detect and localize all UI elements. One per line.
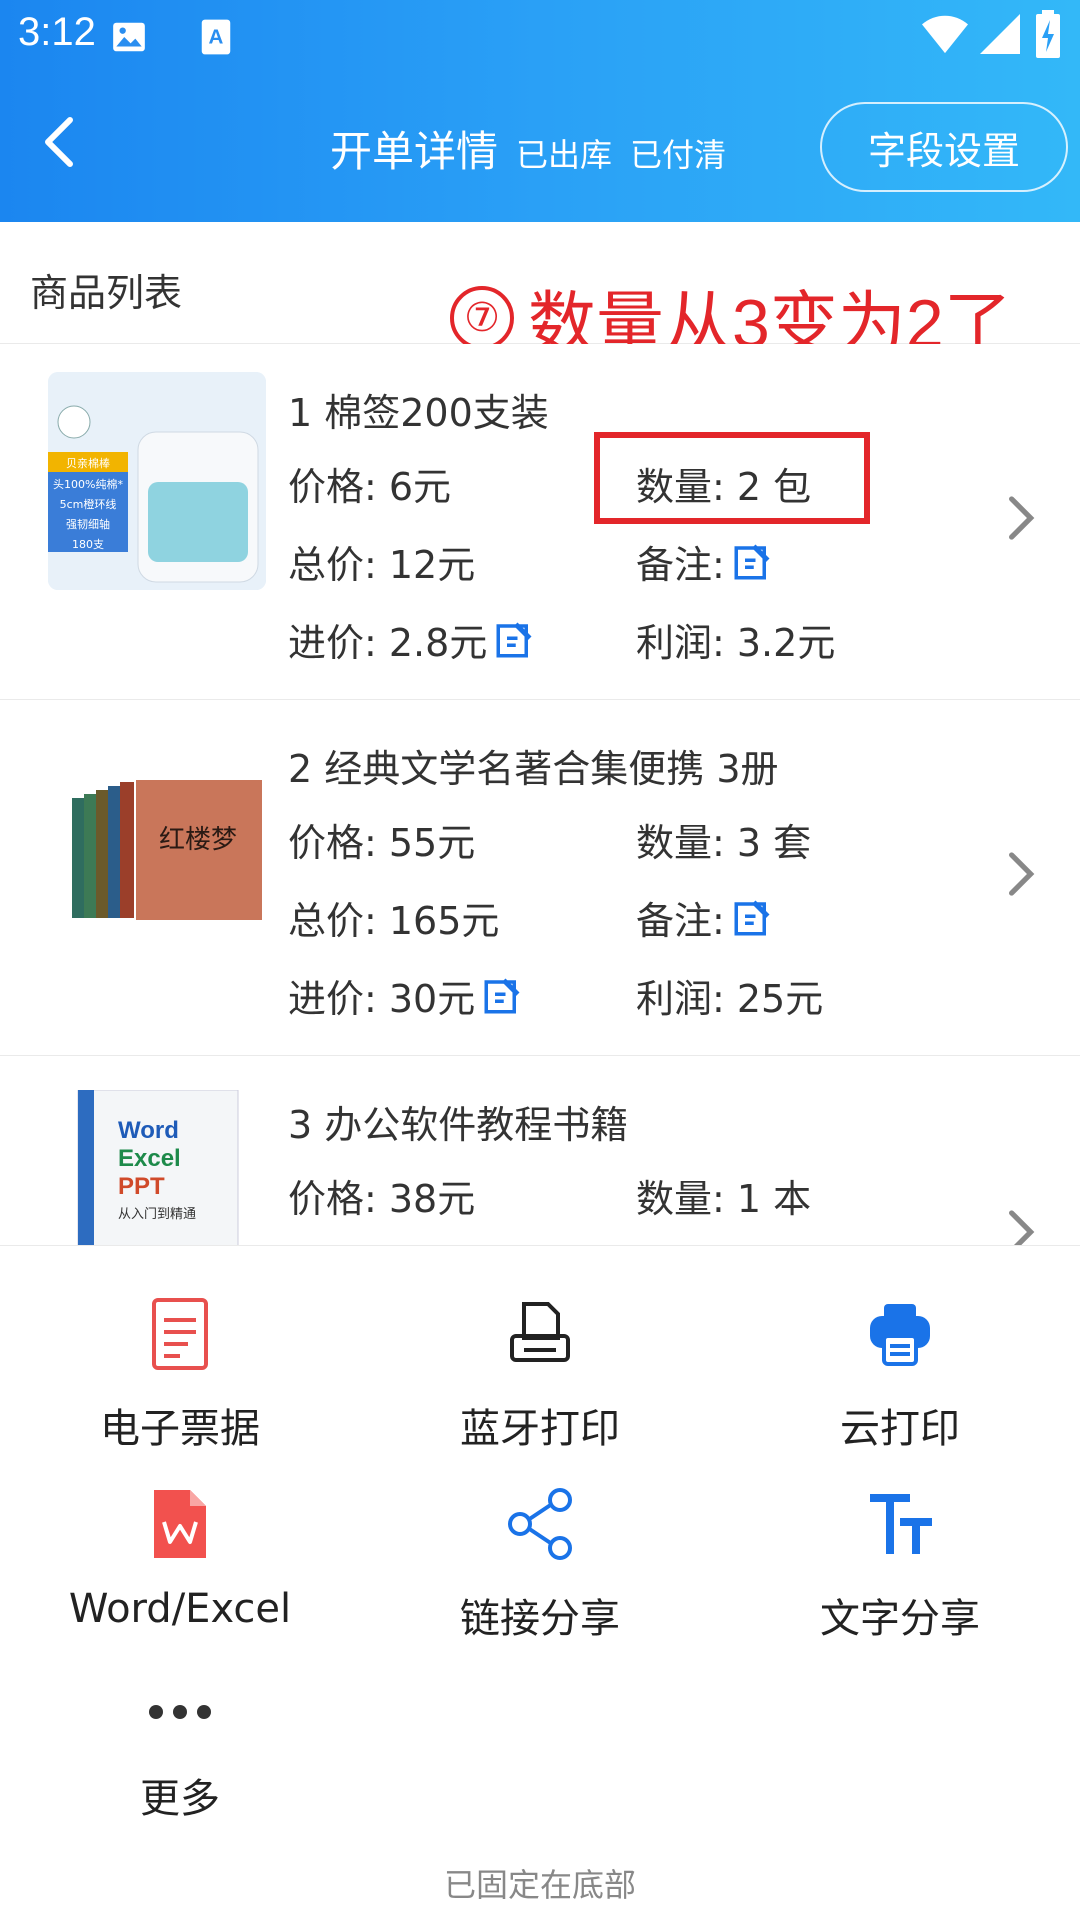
action-e-receipt[interactable]: 电子票据 bbox=[0, 1296, 360, 1456]
product-thumbnail: 红楼梦 bbox=[48, 728, 266, 946]
product-name: 2 经典文学名著合集便携 3册 bbox=[288, 747, 779, 791]
edit-icon[interactable] bbox=[481, 975, 523, 1017]
status-time: 3:12 bbox=[18, 10, 96, 54]
remark[interactable]: 备注: bbox=[636, 534, 773, 589]
product-name: 3 办公软件教程书籍 bbox=[288, 1103, 629, 1147]
svg-text:红楼梦: 红楼梦 bbox=[159, 825, 237, 855]
action-bluetooth-print[interactable]: 蓝牙打印 bbox=[360, 1296, 720, 1456]
svg-text:Excel: Excel bbox=[118, 1145, 181, 1172]
action-label: 蓝牙打印 bbox=[460, 1406, 620, 1452]
receipt-icon bbox=[152, 1298, 208, 1370]
action-text-share[interactable]: 文字分享 bbox=[720, 1486, 1080, 1646]
action-label: 链接分享 bbox=[460, 1596, 620, 1642]
remark-label: 备注: bbox=[636, 543, 725, 587]
cost-price-label: 进价: 30元 bbox=[288, 977, 476, 1021]
quantity: 数量: 1 本 bbox=[636, 1177, 812, 1221]
highlight-box bbox=[594, 432, 870, 524]
wps-doc-icon bbox=[154, 1490, 206, 1558]
action-label: 更多 bbox=[140, 1776, 220, 1822]
navbar: 开单详情 已出库 已付清 字段设置 bbox=[0, 90, 1080, 200]
action-label: 电子票据 bbox=[100, 1406, 260, 1452]
svg-text:强韧细轴: 强韧细轴 bbox=[66, 517, 110, 531]
product-list-title: 商品列表 bbox=[30, 271, 183, 315]
share-action-sheet: 电子票据 蓝牙打印 云打印 Word/Excel 链接分享 文字分享 更多 bbox=[0, 1246, 1080, 1920]
chevron-right-icon[interactable] bbox=[1004, 1206, 1040, 1246]
product-name: 1 棉签200支装 bbox=[288, 391, 549, 435]
image-icon bbox=[113, 22, 145, 52]
total-price: 总价: 165元 bbox=[288, 899, 500, 943]
cloud-print-icon bbox=[870, 1304, 930, 1366]
action-label: 云打印 bbox=[840, 1406, 960, 1452]
annotation-number: ⑦ bbox=[450, 285, 514, 350]
edit-icon[interactable] bbox=[731, 541, 773, 583]
action-link-share[interactable]: 链接分享 bbox=[360, 1486, 720, 1646]
price: 价格: 6元 bbox=[288, 465, 452, 509]
svg-text:Word: Word bbox=[118, 1117, 179, 1144]
pinned-footer-text: 已固定在底部 bbox=[443, 1866, 636, 1904]
bluetooth-printer-icon bbox=[510, 1302, 570, 1362]
list-item[interactable]: Word Excel PPT 从入门到精通 3 办公软件教程书籍 价格: 38元… bbox=[0, 1056, 1080, 1246]
svg-text:PPT: PPT bbox=[118, 1173, 165, 1200]
price: 价格: 38元 bbox=[288, 1177, 476, 1221]
chevron-right-icon[interactable] bbox=[1004, 848, 1040, 900]
title-group: 开单详情 已出库 已付清 bbox=[330, 118, 726, 179]
office-book-image: Word Excel PPT 从入门到精通 bbox=[77, 1090, 239, 1245]
cost-price[interactable]: 进价: 2.8元 bbox=[288, 612, 535, 667]
book-set-image: 红楼梦 bbox=[72, 780, 262, 920]
share-icon bbox=[508, 1488, 572, 1560]
product-thumbnail: 贝亲棉棒 头100%纯棉* 5cm橙环线 强韧细轴 180支 bbox=[48, 372, 266, 590]
action-more[interactable]: 更多 bbox=[0, 1676, 360, 1836]
battery-charging-icon bbox=[1036, 10, 1060, 58]
quantity: 数量: 3 套 bbox=[636, 821, 812, 865]
action-word-excel[interactable]: Word/Excel bbox=[0, 1486, 360, 1646]
profit: 利润: 25元 bbox=[636, 977, 824, 1021]
page-title: 开单详情 bbox=[330, 127, 499, 176]
price: 价格: 55元 bbox=[288, 821, 476, 865]
remark[interactable]: 备注: bbox=[636, 890, 773, 945]
list-item[interactable]: 红楼梦 2 经典文学名著合集便携 3册 价格: 55元 数量: 3 套 总价: … bbox=[0, 700, 1080, 1056]
total-price: 总价: 12元 bbox=[288, 543, 476, 587]
svg-text:贝亲棉棒: 贝亲棉棒 bbox=[66, 456, 110, 470]
field-settings-button[interactable]: 字段设置 bbox=[820, 102, 1068, 192]
svg-text:5cm橙环线: 5cm橙环线 bbox=[60, 497, 117, 511]
back-arrow-icon[interactable] bbox=[30, 112, 90, 172]
cost-price[interactable]: 进价: 30元 bbox=[288, 968, 523, 1023]
text-share-icon bbox=[870, 1494, 932, 1554]
action-label: Word/Excel bbox=[68, 1586, 292, 1632]
action-label: 文字分享 bbox=[820, 1596, 980, 1642]
font-app-icon: A bbox=[201, 19, 231, 55]
svg-text:A: A bbox=[209, 25, 224, 48]
edit-icon[interactable] bbox=[731, 897, 773, 939]
signal-icon bbox=[980, 14, 1020, 54]
cotton-swab-image: 贝亲棉棒 头100%纯棉* 5cm橙环线 强韧细轴 180支 bbox=[48, 372, 266, 590]
cost-price-label: 进价: 2.8元 bbox=[288, 621, 488, 665]
remark-label: 备注: bbox=[636, 899, 725, 943]
header: 3:12 A 开单详情 已出库 已付清 字段设置 bbox=[0, 0, 1080, 222]
wifi-icon bbox=[922, 15, 968, 54]
list-item[interactable]: 贝亲棉棒 头100%纯棉* 5cm橙环线 强韧细轴 180支 1 棉签200支装… bbox=[0, 344, 1080, 700]
status-paid: 已付清 bbox=[630, 136, 727, 174]
profit: 利润: 3.2元 bbox=[636, 621, 836, 665]
svg-text:180支: 180支 bbox=[72, 538, 104, 551]
product-thumbnail: Word Excel PPT 从入门到精通 bbox=[48, 1090, 266, 1245]
more-icon bbox=[149, 1705, 211, 1719]
status-shipped: 已出库 bbox=[516, 136, 613, 174]
edit-icon[interactable] bbox=[493, 619, 535, 661]
status-bar: 3:12 A bbox=[0, 0, 1080, 78]
svg-text:从入门到精通: 从入门到精通 bbox=[118, 1207, 196, 1222]
action-cloud-print[interactable]: 云打印 bbox=[720, 1296, 1080, 1456]
svg-text:头100%纯棉*: 头100%纯棉* bbox=[53, 477, 123, 491]
chevron-right-icon[interactable] bbox=[1004, 492, 1040, 544]
